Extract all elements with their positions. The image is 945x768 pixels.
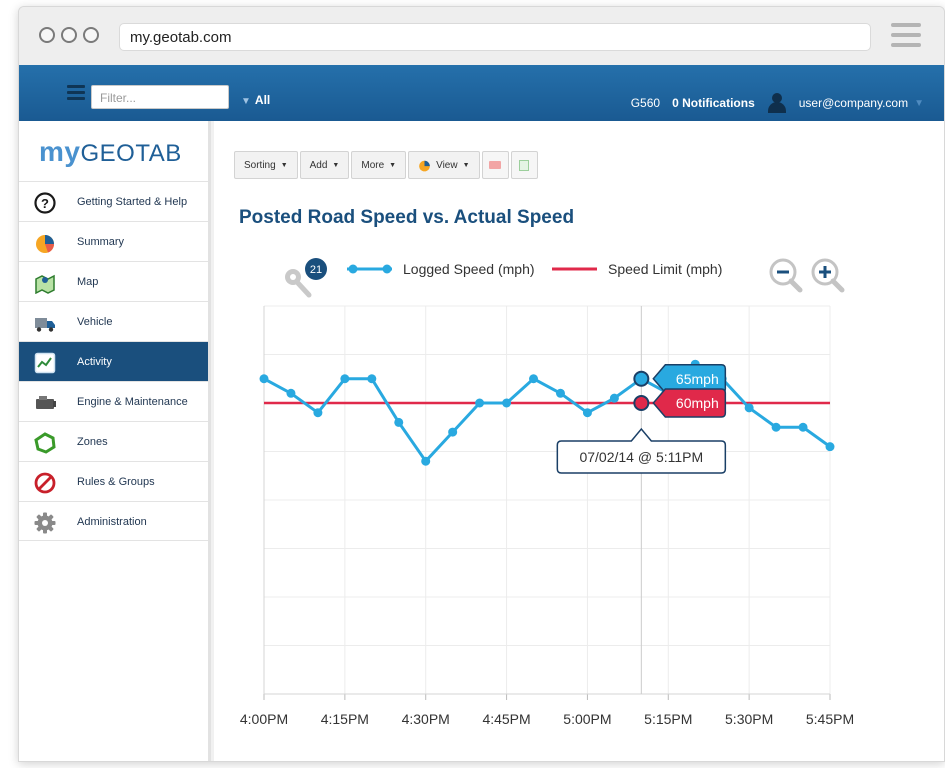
window-controls xyxy=(39,27,99,43)
app-header: Filter... ▼ All G560 0 Notifications user… xyxy=(19,65,944,121)
sidebar-item-label: Map xyxy=(77,276,99,288)
legend-logged-marker xyxy=(348,264,358,274)
logged-speed-point[interactable] xyxy=(555,388,565,398)
main-content: Sorting ▼ Add ▼ More ▼ View ▼ Posted Road Sp… xyxy=(214,121,944,761)
map-icon xyxy=(35,274,55,294)
logged-speed-point[interactable] xyxy=(609,393,619,403)
user-menu[interactable]: user@company.com xyxy=(799,96,908,110)
help-icon: ? xyxy=(34,192,56,214)
truck-icon xyxy=(35,318,55,332)
logged-speed-point[interactable] xyxy=(475,398,485,408)
x-tick-label: 4:00PM xyxy=(240,711,288,727)
count-badge-label: 21 xyxy=(310,264,322,276)
sidebar-item-getting-started[interactable]: ? Getting Started & Help xyxy=(19,181,208,221)
window-close-button[interactable] xyxy=(39,27,55,43)
cursor-logged-label: 65mph xyxy=(676,371,719,387)
x-tick-label: 4:30PM xyxy=(402,711,450,727)
sidebar-item-rules[interactable]: Rules & Groups xyxy=(19,461,208,501)
logged-speed-point[interactable] xyxy=(582,408,592,418)
sidebar-item-label: Administration xyxy=(77,516,147,528)
chart-grid xyxy=(263,305,831,695)
x-tick-label: 5:45PM xyxy=(806,711,854,727)
sidebar-item-label: Summary xyxy=(77,236,125,248)
sidebar: myGEOTAB ? Getting Started & Help Summar… xyxy=(19,121,211,761)
sidebar-item-label: Getting Started & Help xyxy=(77,196,188,208)
logged-speed-point[interactable] xyxy=(421,456,431,466)
x-tick-label: 5:30PM xyxy=(725,711,773,727)
mygeotab-logo[interactable]: myGEOTAB xyxy=(19,121,208,181)
notifications-link[interactable]: 0 Notifications xyxy=(672,96,755,110)
legend-logged-marker xyxy=(382,264,392,274)
logged-speed-point[interactable] xyxy=(798,422,808,432)
cursor-time-label: 07/02/14 @ 5:11PM xyxy=(579,449,703,465)
zoom-out-icon[interactable] xyxy=(769,258,803,293)
browser-menu-icon[interactable] xyxy=(891,23,921,49)
legend: 21 Logged Speed (mph) Speed Limit (mph) xyxy=(285,258,845,298)
sidebar-item-label: Engine & Maintenance xyxy=(77,396,188,408)
activity-chart-icon xyxy=(34,352,56,374)
x-tick-label: 4:45PM xyxy=(482,711,530,727)
sidebar-item-activity[interactable]: Activity xyxy=(19,341,208,381)
chart-series xyxy=(259,359,835,466)
logged-speed-point[interactable] xyxy=(529,374,539,384)
device-label[interactable]: G560 xyxy=(631,96,660,110)
legend-logged-label[interactable]: Logged Speed (mph) xyxy=(403,261,535,277)
logged-speed-point[interactable] xyxy=(825,442,835,452)
x-tick-label: 5:00PM xyxy=(563,711,611,727)
logged-speed-point[interactable] xyxy=(313,408,323,418)
svg-text:?: ? xyxy=(41,196,49,211)
window-minimize-button[interactable] xyxy=(61,27,77,43)
logged-speed-point[interactable] xyxy=(771,422,781,432)
user-icon xyxy=(767,93,787,113)
browser-toolbar: my.geotab.com xyxy=(19,7,944,65)
sidebar-item-administration[interactable]: Administration xyxy=(19,501,208,541)
speed-chart: 21 Logged Speed (mph) Speed Limit (mph) xyxy=(240,258,854,727)
hamburger-menu-icon[interactable] xyxy=(67,85,85,101)
engine-icon xyxy=(36,396,56,409)
logged-speed-point[interactable] xyxy=(340,374,350,384)
address-bar[interactable]: my.geotab.com xyxy=(119,23,871,51)
sidebar-item-vehicle[interactable]: Vehicle xyxy=(19,301,208,341)
logged-speed-point[interactable] xyxy=(502,398,512,408)
key-icon[interactable] xyxy=(285,269,312,298)
logged-speed-point[interactable] xyxy=(286,388,296,398)
cursor-logged-marker[interactable] xyxy=(633,370,650,387)
zoom-in-icon[interactable] xyxy=(811,258,845,293)
browser-window: my.geotab.com Filter... ▼ All G560 0 Noti… xyxy=(18,6,945,762)
cursor-limit-marker[interactable] xyxy=(633,395,650,411)
logged-speed-point[interactable] xyxy=(744,403,754,413)
pie-chart-icon xyxy=(36,235,55,253)
gear-icon xyxy=(34,512,56,534)
sidebar-item-map[interactable]: Map xyxy=(19,261,208,301)
filter-input[interactable]: Filter... xyxy=(91,85,229,109)
sidebar-item-label: Vehicle xyxy=(77,316,113,328)
group-filter-dropdown[interactable]: ▼ All xyxy=(241,93,270,107)
header-right: G560 0 Notifications user@company.com ▼ xyxy=(631,93,924,113)
legend-limit-label[interactable]: Speed Limit (mph) xyxy=(608,261,722,277)
chevron-down-icon[interactable]: ▼ xyxy=(914,98,924,109)
logged-speed-point[interactable] xyxy=(259,374,269,384)
group-filter-label: All xyxy=(254,93,271,107)
prohibited-icon xyxy=(34,472,56,494)
sidebar-item-label: Rules & Groups xyxy=(77,476,155,488)
logged-speed-point[interactable] xyxy=(448,427,458,437)
x-axis: 4:00PM 4:15PM 4:30PM 4:45PM 5:00PM 5:15PM 5:30… xyxy=(240,306,854,727)
logged-speed-point[interactable] xyxy=(367,374,377,384)
sidebar-item-label: Zones xyxy=(77,436,108,448)
x-tick-label: 4:15PM xyxy=(321,711,369,727)
logged-speed-point[interactable] xyxy=(394,417,404,427)
cursor-limit-label: 60mph xyxy=(676,395,719,411)
window-maximize-button[interactable] xyxy=(83,27,99,43)
sidebar-item-summary[interactable]: Summary xyxy=(19,221,208,261)
sidebar-item-zones[interactable]: Zones xyxy=(19,421,208,461)
sidebar-item-engine[interactable]: Engine & Maintenance xyxy=(19,381,208,421)
x-tick-label: 5:15PM xyxy=(644,711,692,727)
zone-icon xyxy=(34,432,56,454)
caret-down-icon: ▼ xyxy=(241,96,251,107)
sidebar-item-label: Activity xyxy=(77,356,112,368)
